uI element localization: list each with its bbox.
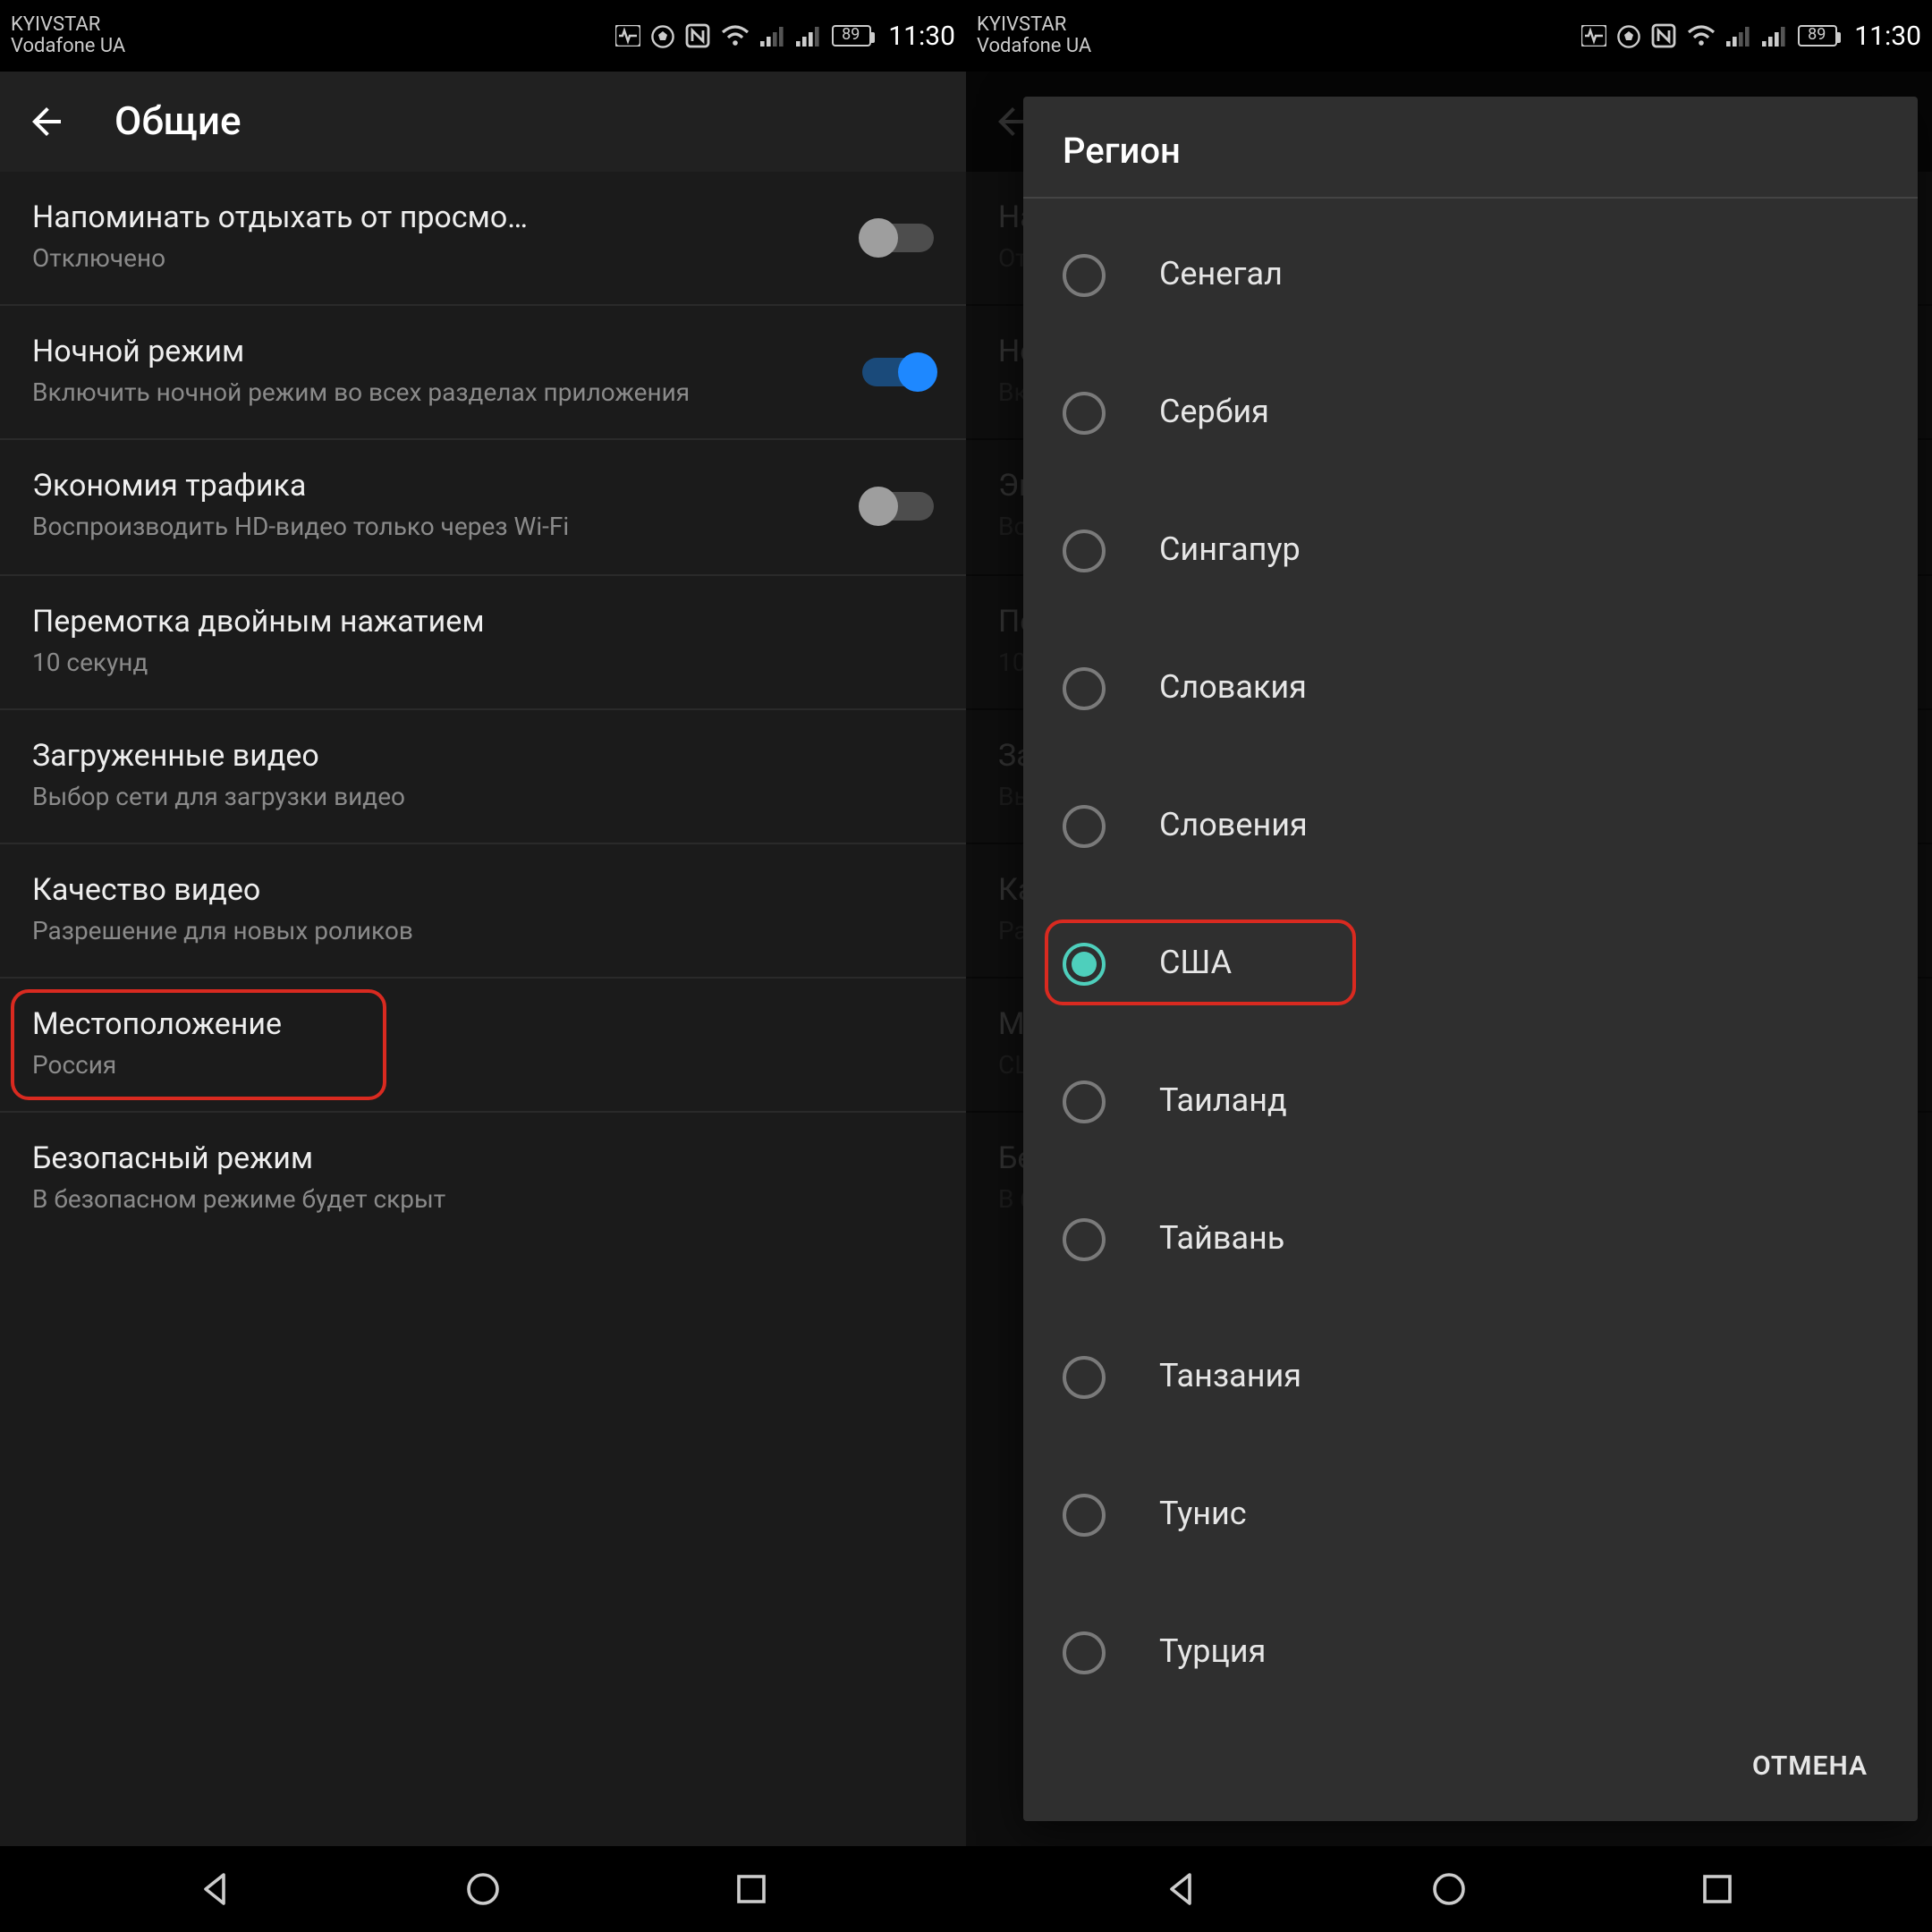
phone-right: KYIVSTARVodafone UA Общие Напоминать отд… [966,0,1932,1932]
football-icon [650,24,674,47]
setting-downloads[interactable]: Загруженные видеоВыбор сети для загрузки… [0,710,966,844]
football-icon [1616,24,1640,47]
region-option[interactable]: Тунис [1023,1445,1918,1583]
carrier-1: KYIVSTAR [11,14,125,36]
nav-back[interactable] [1127,1869,1234,1909]
nav-bar [0,1846,966,1932]
battery-icon: 89 [1797,25,1836,47]
radio-icon [1063,804,1106,847]
toggle-switch[interactable] [862,493,934,521]
toggle-switch[interactable] [862,359,934,387]
region-option[interactable]: Сербия [1023,343,1918,481]
region-option[interactable]: Турция [1023,1583,1918,1714]
setting-restricted-mode[interactable]: Безопасный режимВ безопасном режиме буде… [0,1114,966,1246]
region-option[interactable]: Танзания [1023,1308,1918,1445]
region-option[interactable]: Сенегал [1023,206,1918,343]
back-button[interactable] [21,97,72,147]
phone-left: KYIVSTAR Vodafone UA 89 11:30 Общие Напо… [0,0,966,1932]
settings-list[interactable]: Напоминать отдыхать от просмо…Отключено … [0,172,966,1846]
status-bar: KYIVSTAR Vodafone UA 89 11:30 [966,0,1932,72]
heartbeat-icon [1580,25,1606,47]
signal-1-icon [1725,25,1750,47]
carrier-2: Vodafone UA [977,36,1091,57]
setting-sub: Отключено [32,243,841,275]
region-list[interactable]: Сенегал Сербия Сингапур Словакия Словени… [1023,199,1918,1714]
radio-icon [1063,1217,1106,1260]
clock: 11:30 [888,20,955,52]
radio-icon [1063,1631,1106,1674]
radio-icon [1063,1493,1106,1536]
radio-icon [1063,1355,1106,1398]
nfc-icon [1650,23,1675,48]
status-bar: KYIVSTAR Vodafone UA 89 11:30 [0,0,966,72]
region-option[interactable]: Словакия [1023,619,1918,757]
signal-1-icon [759,25,784,47]
nav-home[interactable] [429,1869,537,1909]
region-option[interactable]: Тайвань [1023,1170,1918,1308]
signal-2-icon [795,25,820,47]
toggle-switch[interactable] [862,224,934,252]
app-bar: Общие [0,72,966,172]
setting-title: Напоминать отдыхать от просмо… [32,200,841,236]
radio-icon [1063,253,1106,296]
nav-bar [966,1846,1932,1932]
wifi-icon [1686,25,1715,47]
cancel-button[interactable]: ОТМЕНА [1731,1732,1889,1800]
setting-double-tap-seek[interactable]: Перемотка двойным нажатием10 секунд [0,575,966,709]
nav-recent[interactable] [698,1871,805,1907]
dialog-title: Регион [1023,97,1918,199]
radio-icon [1063,1080,1106,1123]
setting-dark-mode[interactable]: Ночной режимВключить ночной режим во все… [0,306,966,440]
nfc-icon [684,23,709,48]
region-dialog: Регион Сенегал Сербия Сингапур Словакия … [1023,97,1918,1821]
radio-icon [1063,391,1106,434]
setting-remind-break[interactable]: Напоминать отдыхать от просмо… Отключено [0,172,966,306]
region-option-selected[interactable]: США [1023,894,1918,1032]
nav-recent[interactable] [1664,1871,1771,1907]
setting-location[interactable]: МестоположениеРоссия [0,979,966,1113]
setting-quality[interactable]: Качество видеоРазрешение для новых ролик… [0,844,966,979]
heartbeat-icon [614,25,640,47]
setting-data-saver[interactable]: Экономия трафикаВоспроизводить HD-видео … [0,441,966,575]
nav-back[interactable] [161,1869,268,1909]
battery-icon: 89 [831,25,870,47]
carrier-2: Vodafone UA [11,36,125,57]
nav-home[interactable] [1395,1869,1503,1909]
signal-2-icon [1761,25,1786,47]
region-option[interactable]: Таиланд [1023,1032,1918,1170]
carrier-1: KYIVSTAR [977,14,1091,36]
radio-icon [1063,666,1106,709]
region-option[interactable]: Сингапур [1023,481,1918,619]
page-title: Общие [114,99,242,144]
region-option[interactable]: Словения [1023,757,1918,894]
radio-icon [1063,529,1106,572]
radio-icon [1063,942,1106,985]
clock: 11:30 [1854,20,1921,52]
wifi-icon [720,25,749,47]
